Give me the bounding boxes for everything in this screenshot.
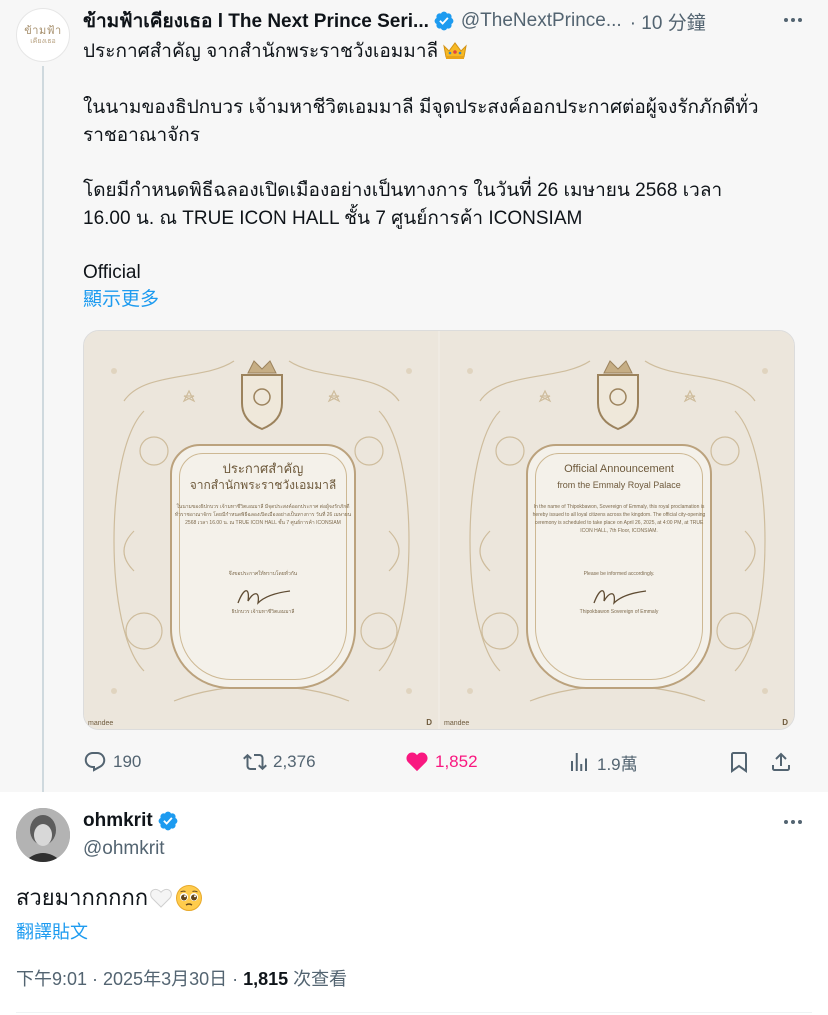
translate-post-link[interactable]: 翻譯貼文	[16, 918, 88, 944]
poster-title: ประกาศสำคัญ	[222, 461, 304, 476]
reply-handle[interactable]: @ohmkrit	[83, 838, 165, 860]
signature	[237, 590, 291, 605]
more-icon[interactable]	[780, 10, 806, 30]
mandee-logo: mandee	[88, 720, 114, 727]
repost-count: 2,376	[273, 752, 316, 771]
white-heart-emoji-icon	[150, 888, 172, 908]
tweet-text-line-1: ประกาศสำคัญ จากสำนักพระราชวังเอมมาลี	[83, 38, 803, 66]
poster-closing: จึงขอประกาศให้ทราบโดยทั่วกัน	[228, 571, 298, 577]
poster-title: Official Announcement	[564, 463, 674, 475]
tweet-actions: 190 2,376 1,852 1.9萬	[83, 748, 795, 776]
share-icon	[772, 752, 790, 771]
media-image-english[interactable]: Official Announcement from the Emmaly Ro…	[440, 331, 794, 729]
show-more-link[interactable]: 顯示更多	[83, 284, 159, 311]
reply-view-count: 1,815	[243, 969, 289, 989]
parent-timestamp[interactable]: · 10 分鐘	[630, 8, 706, 35]
bookmark-icon	[731, 752, 747, 773]
parent-tweet[interactable]: ข้ามฟ้า เคียงเธอ ข้ามฟ้าเคียงเธอ l The N…	[0, 0, 828, 792]
poster-body: ในนามของธิปกบวร เจ้ามหาชีวิตเอมมาลี มีจุ…	[174, 504, 352, 526]
reply-author-row[interactable]: ohmkrit	[83, 810, 179, 832]
signature	[593, 590, 647, 605]
studio-logo: D	[782, 718, 788, 727]
studio-logo: D	[426, 718, 432, 727]
poster-closing: Please be informed accordingly.	[583, 571, 655, 577]
avatar-logo-subtext: เคียงเธอ	[30, 36, 56, 45]
tweet-text-line-6: Official	[83, 262, 141, 283]
parent-author-name[interactable]: ข้ามฟ้าเคียงเธอ l The Next Prince Seri..…	[83, 6, 429, 36]
reply-author-name[interactable]: ohmkrit	[83, 810, 153, 832]
tweet-media[interactable]: ประกาศสำคัญ จากสำนักพระราชวังเอมมาลี ในน…	[83, 330, 795, 730]
reply-text: สวยมากกกกก	[16, 883, 203, 913]
reply-text-content: สวยมากกกกก	[16, 885, 149, 910]
tweet-meta: 下午9:01 · 2025年3月30日 · 1,815 次查看	[16, 965, 347, 991]
view-count: 1.9萬	[597, 754, 638, 774]
bookmark-button[interactable]	[727, 748, 757, 776]
views-button[interactable]: 1.9萬	[567, 748, 638, 776]
poster-body: In the name of Thipokbawon, Sovereign of…	[532, 504, 706, 534]
like-button[interactable]: 1,852	[405, 748, 478, 776]
parent-handle[interactable]: @TheNextPrince...	[461, 10, 622, 32]
avatar-logo-text: ข้ามฟ้า	[24, 23, 62, 37]
poster-signer: ธิปกบวร เจ้ามหาชีวิตเอมมาลี	[231, 609, 295, 615]
avatar-photo	[16, 808, 70, 862]
reply-count: 190	[113, 752, 142, 771]
parent-tweet-header: ข้ามฟ้าเคียงเธอ l The Next Prince Seri..…	[83, 8, 812, 34]
poster-signer: Thipokbawon Sovereign of Emmaly	[579, 609, 659, 615]
divider	[16, 1012, 812, 1013]
crown-emoji-icon	[443, 42, 467, 59]
verified-badge-icon	[158, 811, 178, 831]
like-count: 1,852	[435, 752, 478, 771]
repost-button[interactable]: 2,376	[243, 748, 316, 776]
reply-button[interactable]: 190	[83, 748, 141, 776]
repost-icon	[243, 753, 267, 771]
reply-timestamp[interactable]: 下午9:01 · 2025年3月30日 ·	[16, 969, 243, 989]
reply-view-label: 次查看	[288, 969, 348, 989]
thread-line	[42, 66, 44, 792]
reply-icon	[84, 752, 106, 772]
parent-avatar[interactable]: ข้ามฟ้า เคียงเธอ	[16, 8, 70, 62]
verified-badge-icon	[434, 11, 454, 31]
poster-subtitle: from the Emmaly Royal Palace	[557, 480, 681, 490]
royal-crest-icon	[241, 360, 283, 431]
pleading-face-emoji-icon	[176, 885, 203, 911]
royal-crest-icon	[597, 360, 639, 431]
views-icon	[571, 753, 587, 771]
tweet-text-line-2: ในนามของธิปกบวร เจ้ามหาชีวิตเอมมาลี มีจุ…	[83, 97, 759, 118]
more-icon[interactable]	[780, 812, 806, 832]
poster-subtitle: จากสำนักพระราชวังเอมมาลี	[189, 478, 337, 492]
tweet-text-line-3: ราชอาณาจักร	[83, 125, 200, 146]
reply-avatar[interactable]	[16, 808, 70, 862]
share-button[interactable]	[769, 748, 799, 776]
mandee-logo: mandee	[444, 720, 470, 727]
tweet-text-line-5: 16.00 น. ณ TRUE ICON HALL ชั้น 7 ศูนย์กา…	[83, 208, 583, 229]
media-image-thai[interactable]: ประกาศสำคัญ จากสำนักพระราชวังเอมมาลี ในน…	[84, 331, 438, 729]
tweet-text-line-4: โดยมีกำหนดพิธีฉลองเปิดเมืองอย่างเป็นทางก…	[83, 180, 723, 201]
heart-icon	[406, 752, 428, 772]
